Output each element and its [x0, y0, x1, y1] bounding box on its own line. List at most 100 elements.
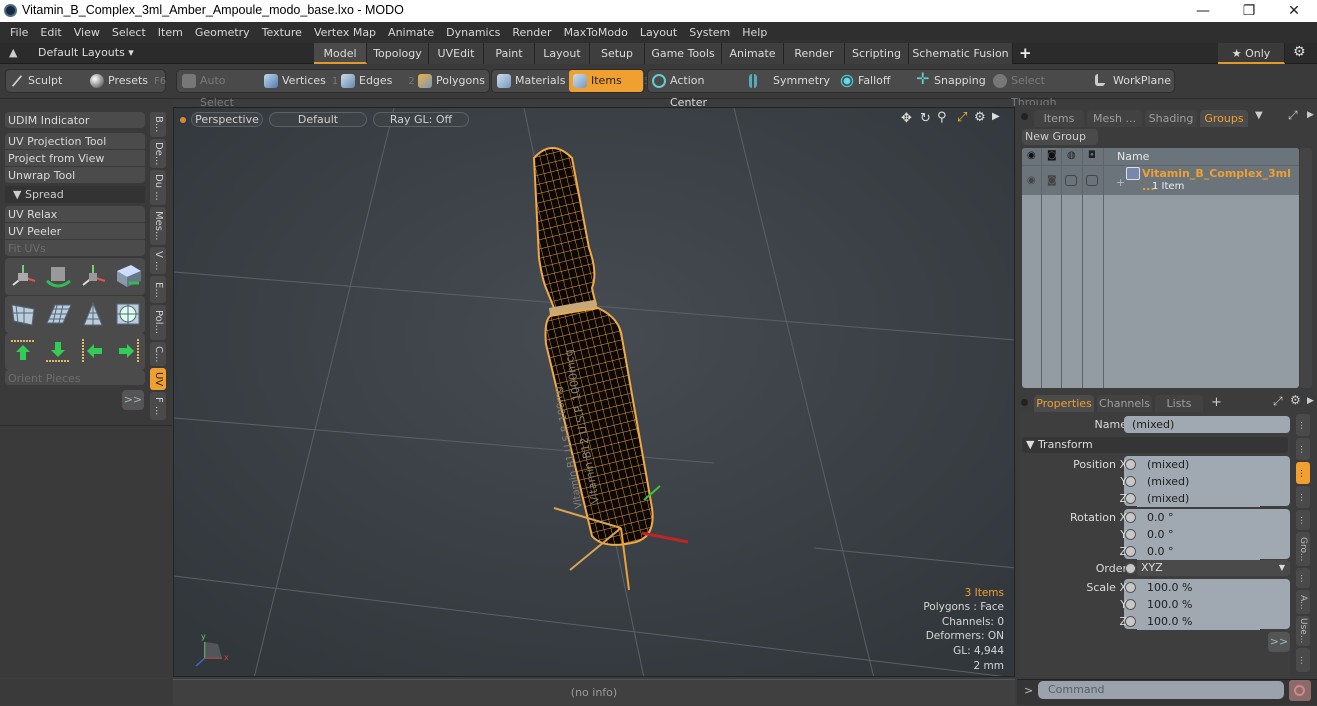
render-column-icon[interactable]: ◙ — [1047, 150, 1057, 161]
items-button[interactable]: Items5 — [569, 70, 650, 92]
expand-panel-icon[interactable]: ⤢ — [1288, 108, 1298, 123]
position-y-key-icon[interactable] — [1125, 476, 1136, 487]
tab-uvedit[interactable]: UVEdit — [429, 43, 484, 64]
properties-more-button[interactable]: >> — [1268, 632, 1290, 652]
only-toggle[interactable]: ★ Only — [1218, 43, 1285, 64]
transform-section-header[interactable]: ▼ Transform — [1022, 437, 1288, 453]
position-z-key-icon[interactable] — [1125, 493, 1136, 504]
align-left-icon[interactable] — [78, 336, 108, 366]
tab-layout[interactable]: Layout — [535, 43, 590, 64]
tab-mesh[interactable]: Mesh ... — [1087, 110, 1142, 127]
position-z-field[interactable]: (mixed) — [1137, 491, 1260, 507]
uv-cylindrical-map-icon[interactable] — [78, 299, 108, 329]
menu-view[interactable]: View — [68, 22, 106, 43]
tab-shading[interactable]: Shading — [1145, 110, 1197, 127]
tab-model[interactable]: Model — [314, 43, 367, 64]
vertices-button[interactable]: Vertices 1 — [260, 70, 338, 92]
rotation-x-key-icon[interactable] — [1125, 512, 1136, 523]
align-right-icon[interactable] — [113, 336, 143, 366]
scale-y-key-icon[interactable] — [1125, 599, 1136, 610]
vtab-b[interactable]: B... — [150, 112, 166, 137]
position-x-field[interactable]: (mixed) — [1137, 457, 1260, 473]
side-tab-2[interactable]: ... — [1296, 438, 1310, 460]
viewport-canvas[interactable]: Vitamin B12 U.S.P. 1000mcg Vitamin B1 U.… — [174, 108, 1015, 677]
new-group-button[interactable]: New Group — [1022, 129, 1098, 145]
menu-animate[interactable]: Animate — [382, 22, 440, 43]
row-visibility-icon[interactable]: ◉ — [1027, 175, 1036, 186]
uv-spherical-map-icon[interactable] — [113, 299, 143, 329]
uv-peeler-button[interactable]: UV Peeler — [5, 223, 145, 240]
menu-item[interactable]: Item — [152, 22, 189, 43]
uv-flip-tool-icon[interactable] — [113, 261, 143, 291]
row-render-icon[interactable]: ◙ — [1047, 175, 1057, 186]
panel-more-icon[interactable]: ▶ — [1307, 110, 1314, 120]
align-bottom-icon[interactable] — [43, 336, 73, 366]
side-tab-1[interactable]: ... — [1296, 414, 1310, 436]
row-lock-checkbox[interactable] — [1065, 175, 1077, 186]
rotation-z-field[interactable]: 0.0 ° — [1137, 544, 1260, 560]
udim-indicator-button[interactable]: UDIM Indicator — [5, 112, 145, 129]
select-column-icon[interactable]: ◘ — [1088, 150, 1096, 161]
side-tab-5[interactable]: ... — [1296, 510, 1310, 530]
expand-more-button[interactable]: >> — [122, 390, 144, 410]
properties-more-icon[interactable]: ▶ — [1307, 396, 1314, 406]
vtab-de[interactable]: De... — [150, 139, 166, 168]
properties-panel-menu-icon[interactable] — [1021, 399, 1028, 406]
auto-select-button[interactable]: Auto Select — [178, 70, 260, 109]
groups-list[interactable]: ◉ ◙ ◍ ◘ Name ◉ ◙ + Vitamin_B_Complex_3ml… — [1022, 148, 1299, 388]
viewport-more-icon[interactable]: ▶ — [992, 111, 1000, 122]
scale-x-field[interactable]: 100.0 % — [1137, 580, 1260, 596]
uv-projection-tool-button[interactable]: UV Projection Tool — [5, 133, 145, 150]
tab-topology[interactable]: Topology — [367, 43, 429, 64]
viewport-settings-icon[interactable]: ⚙ — [974, 110, 986, 125]
perspective-dropdown[interactable]: Perspective — [191, 112, 263, 127]
tab-schematic-fusion[interactable]: Schematic Fusion — [909, 43, 1013, 64]
tab-animate[interactable]: Animate — [722, 43, 784, 64]
command-input[interactable]: Command — [1038, 681, 1284, 699]
rotation-y-key-icon[interactable] — [1125, 529, 1136, 540]
menu-system[interactable]: System — [683, 22, 736, 43]
side-tab-7[interactable]: ... — [1296, 648, 1310, 672]
rotation-z-key-icon[interactable] — [1125, 546, 1136, 557]
viewport-options-dot[interactable] — [180, 117, 186, 123]
menu-select[interactable]: Select — [106, 22, 152, 43]
uv-rotate-tool-icon[interactable] — [43, 261, 73, 291]
uv-move-tool-icon[interactable] — [8, 261, 38, 291]
maximize-view-icon[interactable]: ⤢ — [957, 110, 967, 125]
tab-channels[interactable]: Channels — [1097, 395, 1152, 412]
menu-render[interactable]: Render — [506, 22, 557, 43]
default-layouts-dropdown[interactable]: Default Layouts ▾ — [38, 46, 134, 59]
spread-section-header[interactable]: ▼ Spread — [5, 186, 145, 203]
vtab-mes[interactable]: Mes... — [150, 207, 166, 245]
orient-pieces-button[interactable]: Orient Pieces — [5, 370, 145, 386]
vtab-uv[interactable]: UV — [150, 368, 166, 390]
expand-properties-icon[interactable]: ⤢ — [1273, 394, 1283, 409]
add-properties-tab-button[interactable]: + — [1211, 395, 1222, 410]
order-key-icon[interactable] — [1125, 563, 1136, 574]
vtab-du[interactable]: Du ... — [150, 170, 166, 205]
tab-lists[interactable]: Lists — [1155, 395, 1203, 412]
snapping-button[interactable]: ✛ Snapping — [912, 70, 986, 92]
rotation-y-field[interactable]: 0.0 ° — [1137, 527, 1260, 543]
side-tab-3[interactable]: ... — [1296, 462, 1310, 484]
vtab-c[interactable]: C... — [150, 342, 166, 366]
materials-button[interactable]: Materials — [493, 70, 568, 92]
layout-arrow-icon[interactable]: ▲ — [9, 46, 17, 59]
scale-z-key-icon[interactable] — [1125, 616, 1136, 627]
properties-gear-icon[interactable]: ⚙ — [1290, 393, 1301, 407]
unwrap-tool-button[interactable]: Unwrap Tool — [5, 167, 145, 184]
zoom-view-icon[interactable]: ⚲ — [937, 110, 947, 125]
align-top-icon[interactable] — [8, 336, 38, 366]
add-tab-button[interactable]: + — [1019, 44, 1032, 62]
position-y-field[interactable]: (mixed) — [1137, 474, 1260, 490]
menu-vertex-map[interactable]: Vertex Map — [308, 22, 382, 43]
lock-column-icon[interactable]: ◍ — [1067, 150, 1076, 161]
menu-dynamics[interactable]: Dynamics — [440, 22, 506, 43]
action-center-button[interactable]: Action Center — [648, 70, 740, 109]
menu-file[interactable]: File — [4, 22, 34, 43]
workplane-button[interactable]: WorkPlane — [1091, 70, 1173, 92]
3d-viewport[interactable]: Vitamin B12 U.S.P. 1000mcg Vitamin B1 U.… — [173, 107, 1015, 677]
tab-setup[interactable]: Setup — [590, 43, 645, 64]
uv-planar-map-icon[interactable] — [43, 299, 73, 329]
tab-items[interactable]: Items — [1034, 110, 1084, 127]
